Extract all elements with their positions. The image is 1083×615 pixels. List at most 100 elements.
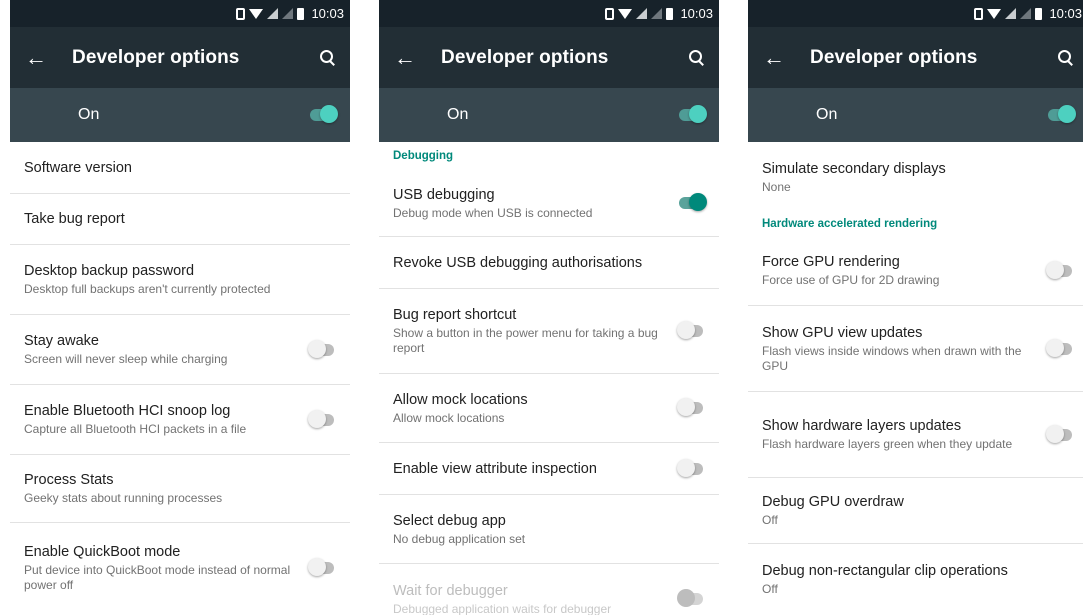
item-title: Show GPU view updates xyxy=(762,324,923,341)
app-bar: ← Developer options xyxy=(10,27,350,88)
item-title: Show hardware layers updates xyxy=(762,418,962,434)
status-bar: 10:03 xyxy=(748,0,1083,27)
item-summary: Debug mode when USB is connected xyxy=(393,205,593,220)
item-title: Enable view attribute inspection xyxy=(393,460,597,477)
item-title: Stay awake xyxy=(24,333,99,349)
list-item[interactable]: Take bug report xyxy=(10,194,350,245)
force-gpu-toggle[interactable] xyxy=(1046,260,1074,281)
list-item: Wait for debugger Debugged application w… xyxy=(379,564,719,615)
master-switch-label: On xyxy=(447,106,469,123)
wifi-icon xyxy=(987,8,1002,19)
master-switch-bar[interactable]: On xyxy=(748,88,1083,142)
master-toggle[interactable] xyxy=(1046,105,1076,125)
master-switch-label: On xyxy=(816,106,838,123)
back-arrow-icon[interactable]: ← xyxy=(383,45,427,71)
wait-for-debugger-toggle xyxy=(677,589,705,609)
app-bar: ← Developer options xyxy=(379,27,719,88)
back-arrow-icon[interactable]: ← xyxy=(14,45,58,71)
item-title: Wait for debugger xyxy=(393,582,508,599)
bug-report-shortcut-toggle[interactable] xyxy=(677,321,705,341)
master-toggle[interactable] xyxy=(677,105,707,125)
gpu-view-updates-toggle[interactable] xyxy=(1046,338,1074,359)
vibrate-icon xyxy=(605,7,615,20)
stay-awake-toggle[interactable] xyxy=(308,339,336,360)
list-item[interactable]: Desktop backup password Desktop full bac… xyxy=(10,245,350,315)
search-icon[interactable] xyxy=(1058,49,1074,66)
signal-icon xyxy=(636,8,648,19)
signal-icon xyxy=(1005,8,1017,19)
signal-icon xyxy=(267,8,279,19)
item-title: Select debug app xyxy=(393,512,506,529)
hardware-layers-toggle[interactable] xyxy=(1046,424,1074,445)
list-item[interactable]: Allow mock locations Allow mock location… xyxy=(379,374,719,443)
settings-list: Software version Take bug report Desktop… xyxy=(10,142,350,613)
item-summary: Put device into QuickBoot mode instead o… xyxy=(24,563,291,592)
item-title: USB debugging xyxy=(393,186,495,203)
master-toggle[interactable] xyxy=(308,105,338,125)
item-summary: Off xyxy=(762,513,778,527)
phone-screen-1: 10:03 ← Developer options On Software ve… xyxy=(10,0,350,615)
item-title: Simulate secondary displays xyxy=(762,160,946,177)
item-title: Enable Bluetooth HCI snoop log xyxy=(24,403,231,419)
list-item[interactable]: Bug report shortcut Show a button in the… xyxy=(379,289,719,374)
item-summary: Flash views inside windows when drawn wi… xyxy=(762,343,1022,373)
signal-icon xyxy=(651,8,663,19)
bluetooth-hci-toggle[interactable] xyxy=(308,409,336,430)
list-item[interactable]: Revoke USB debugging authorisations xyxy=(379,237,719,289)
battery-icon xyxy=(297,7,305,20)
status-bar: 10:03 xyxy=(10,0,350,27)
settings-list: Simulate secondary displays None Hardwar… xyxy=(748,142,1083,614)
master-switch-bar[interactable]: On xyxy=(379,88,719,142)
view-attribute-inspection-toggle[interactable] xyxy=(677,458,705,479)
search-icon[interactable] xyxy=(320,49,336,66)
status-bar: 10:03 xyxy=(379,0,719,27)
wifi-icon xyxy=(618,8,633,19)
list-item[interactable]: Show hardware layers updates Flash hardw… xyxy=(748,392,1083,478)
usb-debugging-toggle[interactable] xyxy=(677,193,707,213)
item-title: Revoke USB debugging authorisations xyxy=(393,254,643,271)
list-item[interactable]: Force GPU rendering Force use of GPU for… xyxy=(748,236,1083,306)
item-summary: Flash hardware layers green when they up… xyxy=(762,437,1013,451)
master-switch-bar[interactable]: On xyxy=(10,88,350,142)
list-item[interactable]: Show GPU view updates Flash views inside… xyxy=(748,306,1083,392)
status-time: 10:03 xyxy=(1049,6,1082,21)
list-item[interactable]: Enable QuickBoot mode Put device into Qu… xyxy=(10,523,350,613)
item-title: Software version xyxy=(24,159,132,176)
list-item[interactable]: Stay awake Screen will never sleep while… xyxy=(10,315,350,385)
app-bar: ← Developer options xyxy=(748,27,1083,88)
status-time: 10:03 xyxy=(311,6,344,21)
list-item[interactable]: Software version xyxy=(10,142,350,194)
list-item[interactable]: Debug non-rectangular clip operations Of… xyxy=(748,544,1083,614)
mock-locations-toggle[interactable] xyxy=(677,398,705,418)
item-summary: Off xyxy=(762,581,778,596)
item-summary: No debug application set xyxy=(393,531,526,546)
back-arrow-icon[interactable]: ← xyxy=(752,45,796,71)
search-icon[interactable] xyxy=(689,49,705,66)
page-title: Developer options xyxy=(72,46,240,68)
signal-icon xyxy=(1020,8,1032,19)
item-summary: None xyxy=(762,179,791,194)
phone-screen-2: 10:03 ← Developer options On Debugging U… xyxy=(379,0,719,615)
item-summary: Force use of GPU for 2D drawing xyxy=(762,273,940,287)
battery-icon xyxy=(1035,7,1043,20)
item-summary: Allow mock locations xyxy=(393,410,505,425)
item-summary: Show a button in the power menu for taki… xyxy=(393,326,658,355)
item-title: Debug non-rectangular clip operations xyxy=(762,562,1008,579)
list-item[interactable]: Process Stats Geeky stats about running … xyxy=(10,455,350,523)
page-title: Developer options xyxy=(441,46,609,68)
list-item[interactable]: Simulate secondary displays None xyxy=(748,142,1083,212)
settings-list: Debugging USB debugging Debug mode when … xyxy=(379,142,719,615)
master-switch-label: On xyxy=(78,106,100,123)
page-title: Developer options xyxy=(810,46,978,68)
list-item[interactable]: Enable view attribute inspection xyxy=(379,443,719,495)
quickboot-toggle[interactable] xyxy=(308,558,336,578)
list-item[interactable]: USB debugging Debug mode when USB is con… xyxy=(379,170,719,237)
list-item[interactable]: Debug GPU overdraw Off xyxy=(748,478,1083,544)
item-summary: Capture all Bluetooth HCI packets in a f… xyxy=(24,422,247,436)
list-item[interactable]: Select debug app No debug application se… xyxy=(379,495,719,564)
vibrate-icon xyxy=(974,7,984,20)
category-header: Debugging xyxy=(393,150,454,162)
item-title: Take bug report xyxy=(24,211,125,227)
list-item[interactable]: Enable Bluetooth HCI snoop log Capture a… xyxy=(10,385,350,455)
status-time: 10:03 xyxy=(680,6,713,21)
